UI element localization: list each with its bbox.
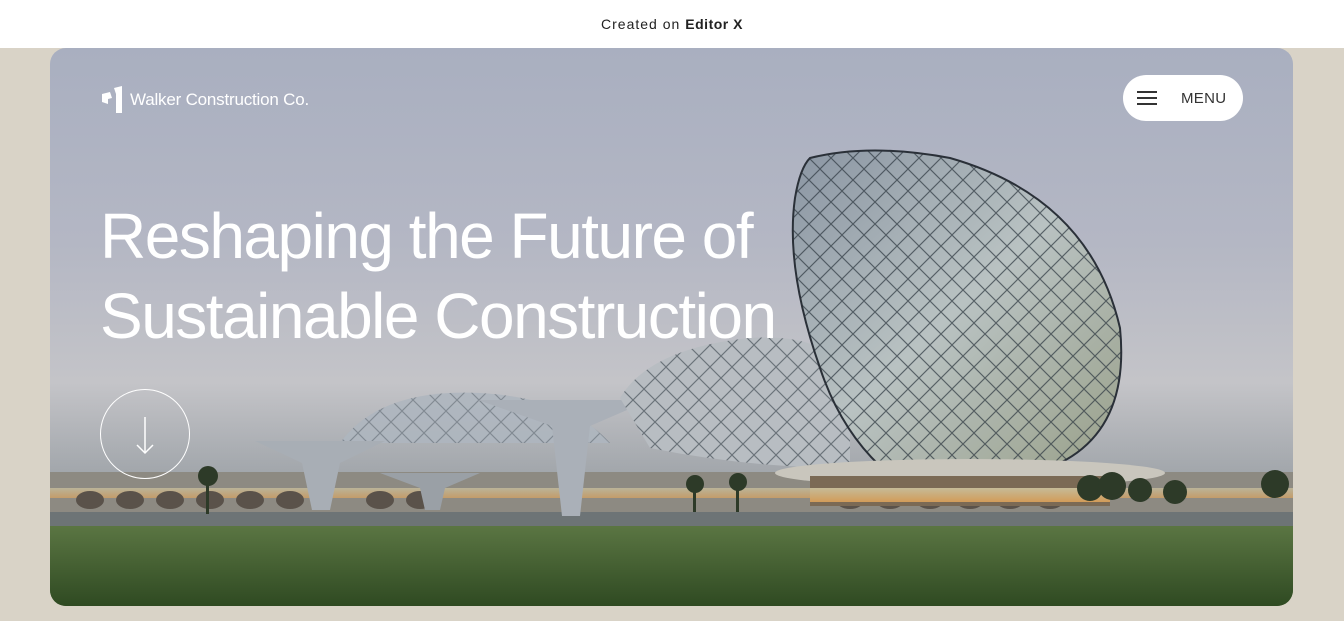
logo-text: Walker Construction Co.	[130, 90, 309, 109]
menu-label: MENU	[1181, 90, 1227, 107]
site-logo[interactable]: Walker Construction Co.	[100, 86, 309, 114]
headline-line-2: Sustainable Construction	[100, 280, 777, 352]
hero-headline: Reshaping the Future of Sustainable Cons…	[100, 196, 860, 356]
hero-section: Walker Construction Co. MENU Reshaping t…	[50, 48, 1293, 606]
banner-prefix: Created on	[601, 16, 681, 32]
headline-line-1: Reshaping the Future of	[100, 200, 754, 272]
hamburger-icon	[1137, 91, 1157, 105]
walker-logo-icon	[102, 86, 122, 113]
banner-brand[interactable]: Editor X	[685, 16, 743, 32]
editor-x-banner[interactable]: Created on Editor X	[0, 0, 1344, 48]
scroll-down-button[interactable]	[100, 389, 190, 479]
menu-button[interactable]: MENU	[1123, 75, 1243, 121]
arrow-down-icon	[136, 417, 154, 455]
